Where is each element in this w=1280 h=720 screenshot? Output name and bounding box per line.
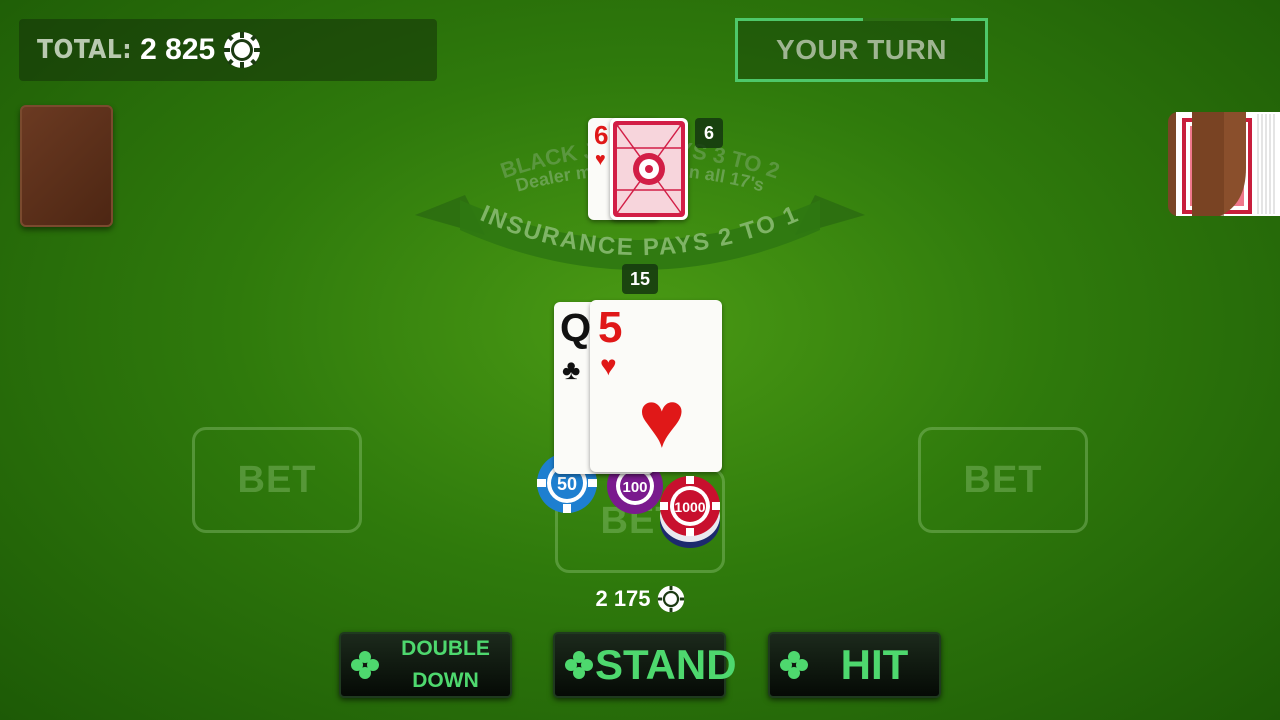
double-down-label: DOUBLE DOWN — [381, 633, 510, 697]
bet-spot-left[interactable]: BET — [192, 427, 362, 533]
double-down-line2: DOWN — [412, 669, 479, 692]
chip-label: 1000 — [674, 499, 705, 515]
bet-spot-right[interactable]: BET — [918, 427, 1088, 533]
player-card-rank: 5 — [598, 303, 623, 352]
turn-text: YOUR TURN — [776, 34, 947, 65]
double-down-button[interactable]: DOUBLE DOWN — [339, 632, 512, 698]
chip-cluster-icon — [563, 649, 595, 681]
chip-label: 100 — [622, 479, 647, 496]
player-card-center-suit: ♥ — [638, 375, 686, 464]
player-card-suit: ♥ — [600, 350, 617, 381]
dealer-card-suit: ♥ — [595, 149, 606, 169]
bet-spot-label: BET — [237, 458, 317, 501]
chip-icon — [223, 31, 261, 69]
chip-icon — [657, 585, 685, 613]
chip-cluster-icon — [778, 649, 810, 681]
total-balance-bar: TOTAL: 2 825 — [19, 19, 437, 81]
dealer-count-badge: 6 — [695, 118, 723, 148]
player-card-suit: ♣ — [562, 354, 581, 385]
turn-indicator: YOUR TURN — [735, 18, 988, 82]
player-count-badge: 15 — [622, 264, 658, 294]
stand-button[interactable]: STAND — [553, 632, 737, 698]
total-label: TOTAL: — [37, 35, 133, 65]
card-shoe — [1162, 108, 1280, 220]
dealer-card-rank: 6 — [594, 120, 609, 150]
hit-button[interactable]: HIT — [768, 632, 941, 698]
double-down-line1: DOUBLE — [401, 637, 490, 660]
chip-label: 50 — [557, 474, 577, 494]
player-bet-amount: 2 175 — [585, 584, 695, 614]
chip-cluster-icon — [349, 649, 381, 681]
discard-tray — [20, 105, 113, 227]
bet-spot-label: BET — [963, 458, 1043, 501]
bet-amount-value: 2 175 — [595, 586, 651, 611]
chip-1000: 1000 — [656, 472, 724, 552]
hit-label: HIT — [840, 641, 909, 688]
total-value: 2 825 — [140, 33, 216, 66]
stand-label: STAND — [595, 641, 737, 688]
dealer-card-hidden — [610, 118, 688, 220]
player-card-rank: Q — [560, 306, 592, 350]
player-card-2: 5 ♥ ♥ — [590, 300, 722, 472]
